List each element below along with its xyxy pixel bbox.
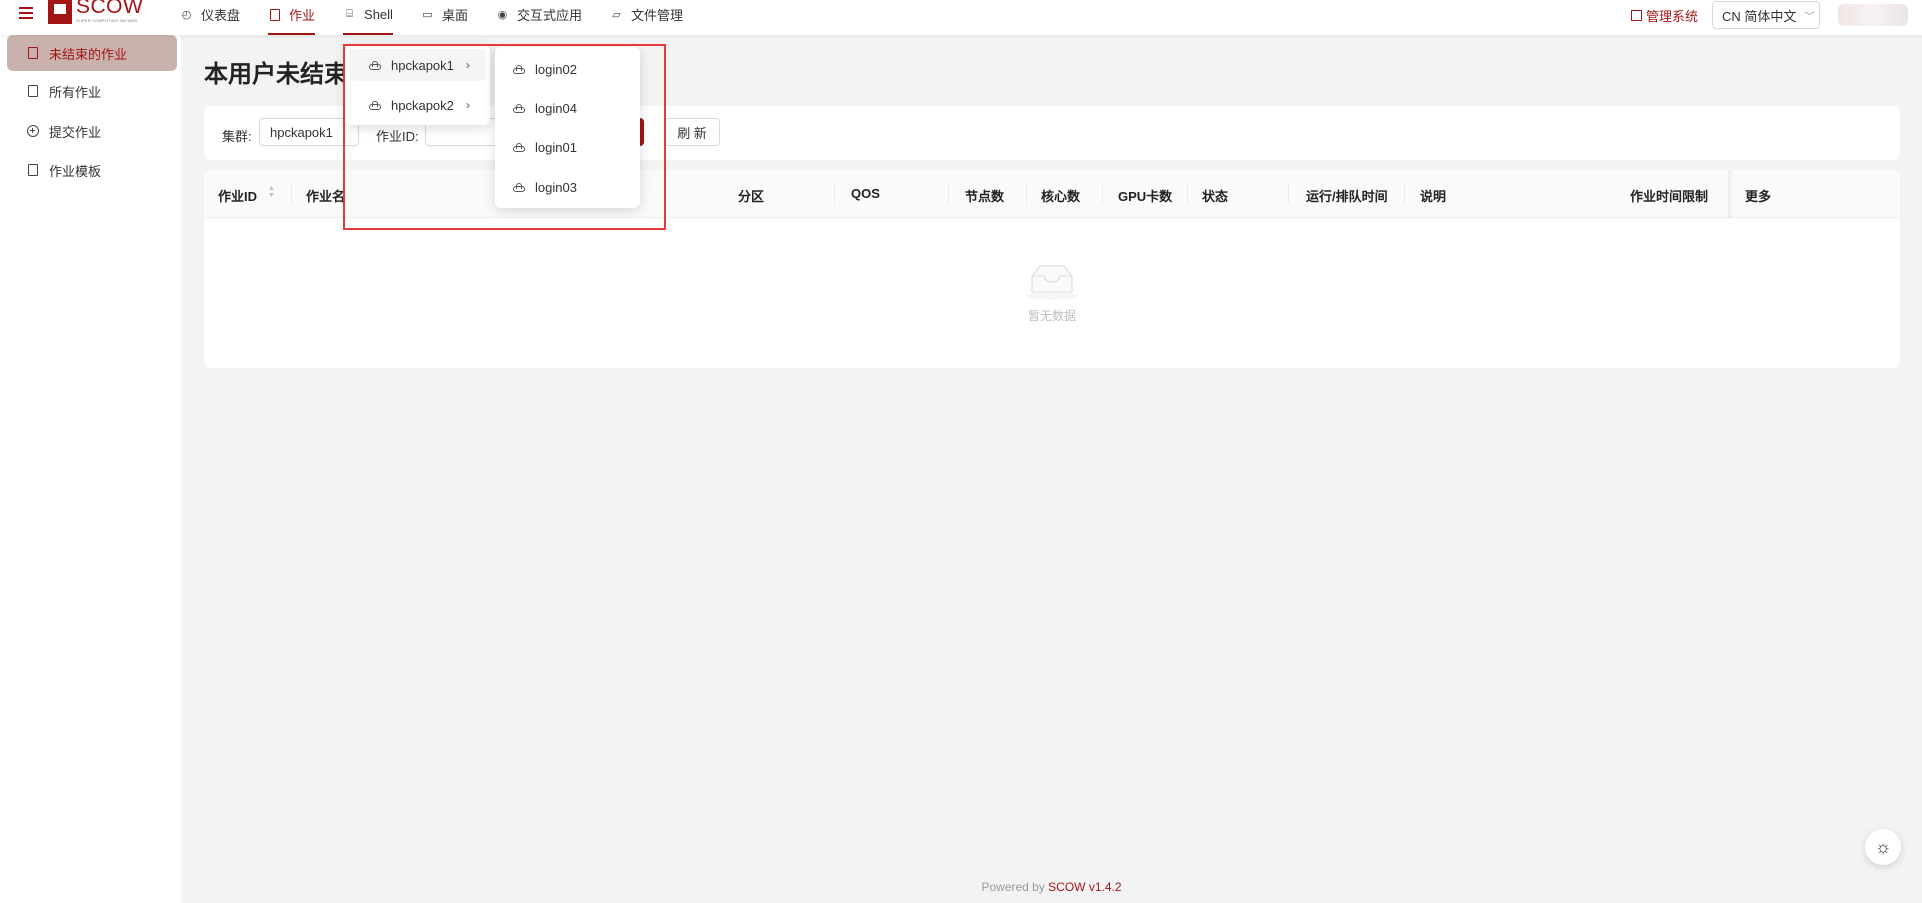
nav-label: 作业 xyxy=(289,8,316,23)
sidebar-item-label: 未结束的作业 xyxy=(49,46,128,62)
login-node-item[interactable]: login02 xyxy=(499,53,636,85)
dashboard-icon: ◴ xyxy=(181,9,192,21)
header-right: 管理系统 CN 简体中文 ﹀ xyxy=(1630,0,1922,30)
sidebar-item-submit-job[interactable]: 提交作业 xyxy=(7,113,177,149)
login-node-name: login02 xyxy=(535,61,577,77)
chevron-down-icon: ﹀ xyxy=(1804,11,1815,23)
menu-collapse-icon[interactable] xyxy=(19,7,33,21)
top-nav: ◴ 仪表盘 作业 ⌸ Shell ▭ 桌面 ◉ 交互式应用 ▱ 文件管理 xyxy=(180,0,711,35)
nav-dashboard[interactable]: ◴ 仪表盘 xyxy=(180,0,240,29)
cloud-icon xyxy=(513,64,525,74)
login-node-name: login04 xyxy=(535,100,577,116)
cloud-icon xyxy=(369,60,381,70)
nav-jobs[interactable]: 作业 xyxy=(268,0,316,35)
column-header: 更多 xyxy=(1745,189,1772,204)
login-node-name: login03 xyxy=(535,179,577,195)
column-header: 节点数 xyxy=(965,189,1005,204)
refresh-button[interactable]: 刷 新 xyxy=(664,118,720,146)
column-header: 作业时间限制 xyxy=(1630,189,1709,204)
chevron-right-icon: › xyxy=(466,98,470,112)
terminal-icon: ⌸ xyxy=(346,8,353,20)
cloud-icon xyxy=(513,142,525,152)
plus-circle-icon xyxy=(27,125,39,137)
theme-toggle-button[interactable]: ☼ xyxy=(1865,829,1901,865)
login-node-item[interactable]: login01 xyxy=(499,131,636,163)
sidebar-item-label: 所有作业 xyxy=(49,84,102,100)
sidebar-item-all-jobs[interactable]: 所有作业 xyxy=(7,73,177,109)
management-system-link[interactable]: 管理系统 xyxy=(1630,6,1698,25)
nav-label: 交互式应用 xyxy=(516,8,582,23)
sidebar: 未结束的作业 所有作业 提交作业 作业模板 xyxy=(0,35,181,903)
desktop-icon: ▭ xyxy=(422,9,433,21)
login-node-submenu: login02 login04 login01 login03 xyxy=(495,47,640,208)
sidebar-item-label: 作业模板 xyxy=(49,163,102,179)
management-icon xyxy=(1630,9,1642,21)
column-header: 说明 xyxy=(1420,189,1447,204)
empty-inbox-icon xyxy=(1026,265,1078,300)
column-header: 作业名 xyxy=(306,189,346,204)
sidebar-item-unfinished-jobs[interactable]: 未结束的作业 xyxy=(7,35,177,71)
footer: Powered by SCOW v1.4.2 xyxy=(181,880,1922,894)
cluster-submenu: hpckapok1 › hpckapok2 › xyxy=(345,45,490,125)
cloud-icon xyxy=(513,103,525,113)
cloud-icon xyxy=(513,182,525,192)
file-icon xyxy=(27,47,39,59)
jobs-table: 作业ID ▲ ▼ 作业名 分区 QOS 节点数 核心数 GPU卡数 状态 运行/排… xyxy=(204,170,1900,368)
empty-state-text: 暂无数据 xyxy=(1027,309,1076,323)
column-header: QOS xyxy=(851,186,880,201)
nav-desktop[interactable]: ▭ 桌面 xyxy=(421,0,468,29)
cluster-label: 集群: xyxy=(222,129,252,144)
file-icon xyxy=(268,8,281,21)
cluster-name: hpckapok2 xyxy=(391,97,454,113)
job-id-label: 作业ID: xyxy=(376,129,419,144)
cluster-menu-item[interactable]: hpckapok1 › xyxy=(349,49,486,81)
footer-prefix: Powered by xyxy=(981,880,1049,894)
login-node-item[interactable]: login04 xyxy=(499,92,636,124)
sun-icon: ☼ xyxy=(1874,836,1892,857)
cloud-icon xyxy=(369,100,381,110)
save-icon xyxy=(27,164,39,176)
column-header: 运行/排队时间 xyxy=(1306,189,1388,204)
refresh-label: 刷 新 xyxy=(677,125,707,141)
cluster-select[interactable]: hpckapok1 xyxy=(259,118,359,146)
column-header[interactable]: 作业ID xyxy=(218,186,257,205)
table-header: 作业ID ▲ ▼ 作业名 分区 QOS 节点数 核心数 GPU卡数 状态 运行/排… xyxy=(204,170,1900,218)
column-header: 状态 xyxy=(1202,189,1229,204)
nav-label: Shell xyxy=(364,7,393,22)
management-label: 管理系统 xyxy=(1645,8,1698,24)
nav-label: 仪表盘 xyxy=(201,8,241,23)
login-node-item[interactable]: login03 xyxy=(499,171,636,203)
nav-label: 文件管理 xyxy=(630,8,683,23)
nav-file-manager[interactable]: ▱ 文件管理 xyxy=(610,0,683,29)
user-avatar-blurred[interactable] xyxy=(1838,4,1908,26)
top-header: SCOW SUPER COMPUTING ON WEB ◴ 仪表盘 作业 ⌸ S… xyxy=(0,0,1922,35)
column-header: GPU卡数 xyxy=(1118,189,1173,204)
nav-label: 桌面 xyxy=(441,8,468,23)
cluster-name: hpckapok1 xyxy=(391,57,454,73)
logo-mark xyxy=(48,0,72,24)
scow-logo[interactable]: SCOW SUPER COMPUTING ON WEB xyxy=(48,0,143,26)
language-select[interactable]: CN 简体中文 ﹀ xyxy=(1712,1,1820,29)
cluster-value: hpckapok1 xyxy=(270,124,333,140)
footer-brand-link[interactable]: SCOW v1.4.2 xyxy=(1048,880,1121,894)
eye-icon: ◉ xyxy=(497,9,508,21)
logo-name: SCOW xyxy=(76,0,144,18)
column-header: 核心数 xyxy=(1041,189,1081,204)
nav-interactive-apps[interactable]: ◉ 交互式应用 xyxy=(496,0,582,29)
sort-icon[interactable]: ▲ ▼ xyxy=(268,185,276,199)
folder-icon: ▱ xyxy=(612,9,621,21)
logo-tagline: SUPER COMPUTING ON WEB xyxy=(76,18,138,23)
sidebar-item-label: 提交作业 xyxy=(49,124,102,140)
nav-shell[interactable]: ⌸ Shell xyxy=(343,0,393,35)
language-value: CN 简体中文 xyxy=(1722,8,1797,24)
column-header: 分区 xyxy=(738,189,765,204)
file-icon xyxy=(27,85,39,97)
sidebar-item-job-templates[interactable]: 作业模板 xyxy=(7,152,177,188)
login-node-name: login01 xyxy=(535,139,577,155)
cluster-menu-item[interactable]: hpckapok2 › xyxy=(349,89,486,121)
chevron-right-icon: › xyxy=(466,58,470,72)
